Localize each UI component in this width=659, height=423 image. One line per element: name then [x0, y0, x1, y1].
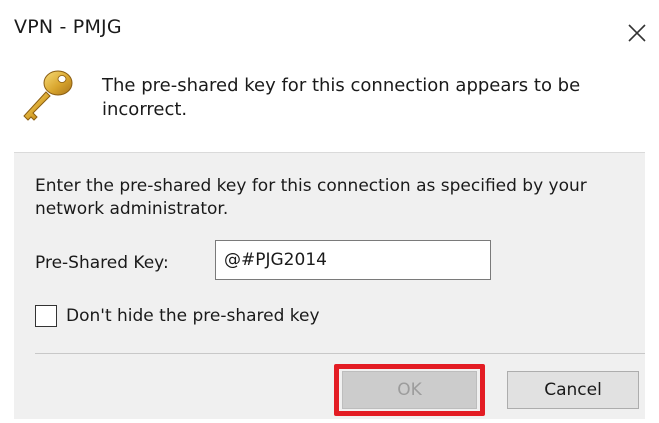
content-panel: Enter the pre-shared key for this connec… — [14, 152, 645, 419]
ok-button[interactable]: OK — [342, 371, 477, 409]
vpn-dialog: VPN - PMJG The pre-shared key for this c… — [0, 0, 659, 423]
close-icon[interactable] — [626, 22, 648, 44]
cancel-button[interactable]: Cancel — [507, 371, 639, 409]
instructions-text: Enter the pre-shared key for this connec… — [35, 176, 587, 219]
title-bar: VPN - PMJG — [0, 0, 659, 66]
key-icon — [23, 70, 73, 121]
window-title: VPN - PMJG — [14, 16, 122, 38]
separator — [35, 353, 645, 354]
show-key-checkbox[interactable] — [35, 305, 57, 327]
message-area: The pre-shared key for this connection a… — [0, 62, 659, 140]
show-key-checkbox-label[interactable]: Don't hide the pre-shared key — [66, 306, 320, 326]
message-text: The pre-shared key for this connection a… — [102, 75, 581, 120]
psk-input[interactable] — [215, 240, 491, 280]
psk-label: Pre-Shared Key: — [35, 253, 169, 273]
